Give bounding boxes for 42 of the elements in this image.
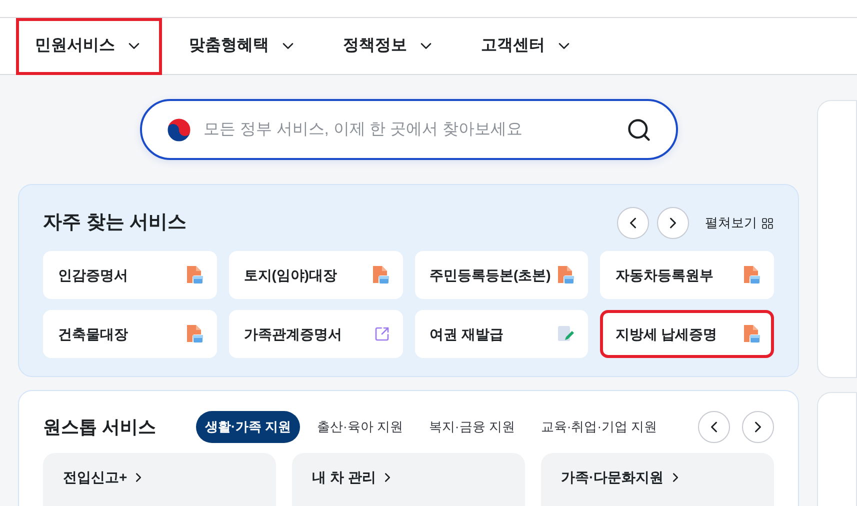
search-input[interactable]: 모든 정부 서비스, 이제 한 곳에서 찾아보세요 — [204, 118, 626, 142]
document-icon — [743, 265, 761, 285]
emblem-icon — [166, 116, 192, 142]
document-icon — [743, 324, 761, 344]
card-title: 내 차 관리 — [312, 467, 505, 488]
document-icon — [186, 265, 204, 285]
service-item[interactable]: 가족관계증명서 — [228, 310, 402, 358]
category-tab[interactable]: 생활·가족 지원 — [196, 411, 300, 443]
section-title: 원스톱 서비스 — [43, 416, 156, 438]
search-icon[interactable] — [626, 116, 652, 142]
previous-button[interactable] — [617, 207, 649, 239]
service-item[interactable]: 주민등록등본(초본) — [414, 251, 588, 299]
service-item[interactable]: 지방세 납세증명 — [600, 310, 774, 358]
next-button[interactable] — [657, 207, 689, 239]
service-item[interactable]: 여권 재발급 — [414, 310, 588, 358]
search-field[interactable]: 모든 정부 서비스, 이제 한 곳에서 찾아보세요 — [140, 99, 678, 160]
category-tab[interactable]: 교육·취업·기업 지원 — [532, 411, 666, 443]
category-tab[interactable]: 출산·육아 지원 — [308, 411, 412, 443]
next-button[interactable] — [742, 411, 774, 443]
card-title: 가족·다문화지원 — [561, 467, 754, 488]
expand-button[interactable]: 펼쳐보기 — [705, 213, 774, 233]
external-link-icon — [374, 326, 390, 342]
service-item[interactable]: 자동차등록원부 — [600, 251, 774, 299]
card-title: 전입신고+ — [63, 467, 256, 488]
previous-button[interactable] — [698, 411, 730, 443]
section-title: 자주 찾는 서비스 — [43, 210, 187, 235]
document-icon — [186, 324, 204, 344]
nav-menu-item[interactable]: 정책정보 — [324, 18, 454, 74]
service-card[interactable]: 내 차 관리 — [292, 453, 525, 506]
category-tab[interactable]: 복지·금융 지원 — [420, 411, 524, 443]
edit-document-icon — [557, 325, 576, 343]
service-item[interactable]: 인감증명서 — [43, 251, 217, 299]
service-item[interactable]: 토지(임야)대장 — [228, 251, 402, 299]
service-card[interactable]: 가족·다문화지원 — [541, 453, 774, 506]
nav-menu-item[interactable]: 민원서비스 — [16, 18, 162, 74]
grid-icon — [761, 216, 774, 230]
service-item[interactable]: 건축물대장 — [43, 310, 217, 358]
document-icon — [372, 265, 390, 285]
nav-menu-item[interactable]: 맞춤형혜택 — [170, 18, 316, 74]
nav-menu-item[interactable]: 고객센터 — [462, 18, 592, 74]
document-icon — [557, 265, 576, 285]
service-card[interactable]: 전입신고+ — [43, 453, 276, 506]
